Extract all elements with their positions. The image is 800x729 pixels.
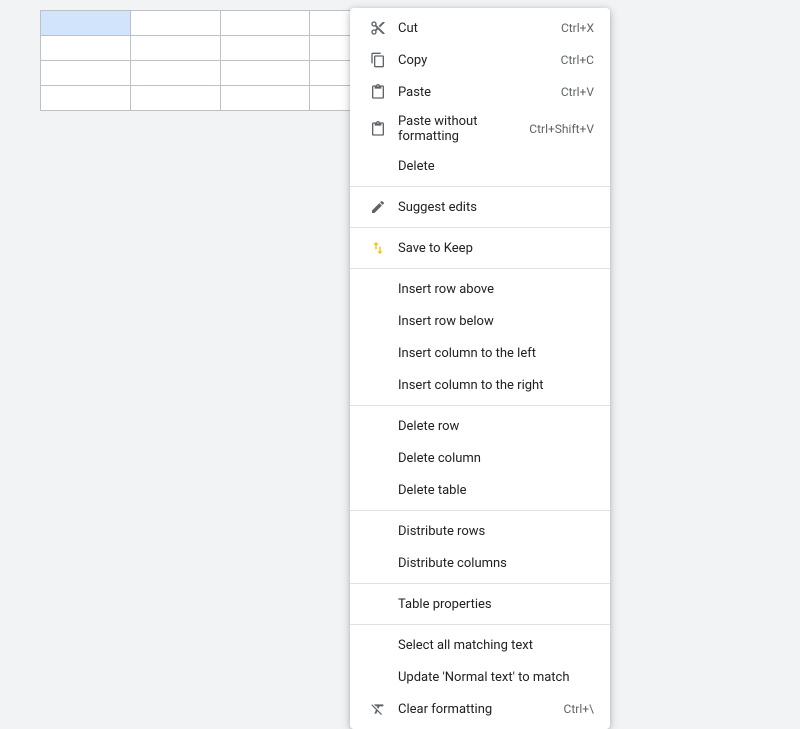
table-properties-label: Table properties: [398, 597, 594, 612]
table-cell: [130, 61, 220, 86]
cut-icon: [366, 20, 390, 36]
paste-plain-label: Paste without formatting: [398, 114, 513, 144]
insert-column-right-label: Insert column to the right: [398, 378, 594, 393]
save-to-keep-label: Save to Keep: [398, 241, 594, 256]
select-matching-label: Select all matching text: [398, 638, 594, 653]
cut-shortcut: Ctrl+X: [561, 21, 594, 35]
delete-table-label: Delete table: [398, 483, 594, 498]
divider-7: [350, 624, 610, 625]
copy-shortcut: Ctrl+C: [561, 53, 594, 67]
table-cell: [41, 11, 131, 36]
suggest-edits-menu-item[interactable]: Suggest edits: [350, 191, 610, 223]
divider-6: [350, 583, 610, 584]
divider-2: [350, 227, 610, 228]
table-cell: [130, 36, 220, 61]
paste-menu-item[interactable]: Paste Ctrl+V: [350, 76, 610, 108]
delete-column-menu-item[interactable]: Delete column: [350, 442, 610, 474]
delete-table-menu-item[interactable]: Delete table: [350, 474, 610, 506]
save-to-keep-menu-item[interactable]: Save to Keep: [350, 232, 610, 264]
delete-label: Delete: [398, 159, 594, 174]
distribute-columns-menu-item[interactable]: Distribute columns: [350, 547, 610, 579]
insert-column-left-menu-item[interactable]: Insert column to the left: [350, 337, 610, 369]
clear-format-icon: [366, 701, 390, 717]
divider-4: [350, 405, 610, 406]
context-menu: Cut Ctrl+X Copy Ctrl+C Paste Ctrl+V Past…: [350, 8, 610, 729]
update-normal-text-label: Update 'Normal text' to match: [398, 670, 594, 685]
insert-row-above-menu-item[interactable]: Insert row above: [350, 273, 610, 305]
delete-row-menu-item[interactable]: Delete row: [350, 410, 610, 442]
clear-formatting-shortcut: Ctrl+\: [564, 702, 594, 716]
table-cell: [220, 61, 310, 86]
paste-plain-shortcut: Ctrl+Shift+V: [529, 122, 594, 136]
delete-row-label: Delete row: [398, 419, 594, 434]
table-cell: [220, 86, 310, 111]
table-cell: [130, 86, 220, 111]
select-matching-menu-item[interactable]: Select all matching text: [350, 629, 610, 661]
cut-label: Cut: [398, 21, 545, 36]
divider-1: [350, 186, 610, 187]
keep-icon: [366, 240, 390, 256]
copy-icon: [366, 52, 390, 68]
cut-menu-item[interactable]: Cut Ctrl+X: [350, 12, 610, 44]
insert-row-above-label: Insert row above: [398, 282, 594, 297]
insert-column-right-menu-item[interactable]: Insert column to the right: [350, 369, 610, 401]
insert-row-below-menu-item[interactable]: Insert row below: [350, 305, 610, 337]
suggest-edits-label: Suggest edits: [398, 200, 594, 215]
copy-menu-item[interactable]: Copy Ctrl+C: [350, 44, 610, 76]
insert-column-left-label: Insert column to the left: [398, 346, 594, 361]
suggest-icon: [366, 199, 390, 215]
paste-label: Paste: [398, 85, 545, 100]
table-cell: [41, 86, 131, 111]
paste-icon: [366, 84, 390, 100]
paste-without-formatting-menu-item[interactable]: Paste without formatting Ctrl+Shift+V: [350, 108, 610, 150]
divider-5: [350, 510, 610, 511]
insert-row-below-label: Insert row below: [398, 314, 594, 329]
delete-menu-item[interactable]: Delete: [350, 150, 610, 182]
table-properties-menu-item[interactable]: Table properties: [350, 588, 610, 620]
table-cell: [41, 61, 131, 86]
distribute-rows-label: Distribute rows: [398, 524, 594, 539]
table-cell: [41, 36, 131, 61]
copy-label: Copy: [398, 53, 545, 68]
divider-3: [350, 268, 610, 269]
paste-shortcut: Ctrl+V: [561, 85, 594, 99]
paste-plain-icon: [366, 121, 390, 137]
table-cell: [130, 11, 220, 36]
clear-formatting-label: Clear formatting: [398, 702, 548, 717]
update-normal-text-menu-item[interactable]: Update 'Normal text' to match: [350, 661, 610, 693]
delete-column-label: Delete column: [398, 451, 594, 466]
distribute-rows-menu-item[interactable]: Distribute rows: [350, 515, 610, 547]
distribute-columns-label: Distribute columns: [398, 556, 594, 571]
clear-formatting-menu-item[interactable]: Clear formatting Ctrl+\: [350, 693, 610, 725]
table-cell: [220, 11, 310, 36]
table-cell: [220, 36, 310, 61]
